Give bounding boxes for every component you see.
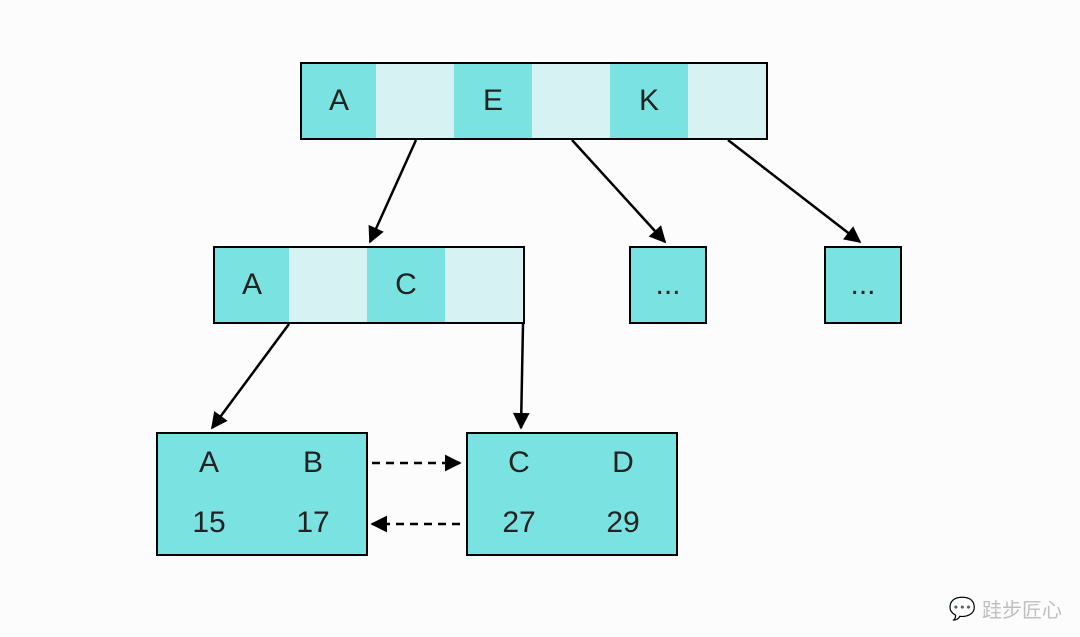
leaf1-key-0: A	[156, 432, 262, 494]
internal-key-0: A	[213, 246, 291, 324]
root-key-0: A	[300, 62, 378, 140]
internal-key-1: C	[367, 246, 447, 324]
leaf2-key-0: C	[466, 432, 572, 494]
edge-internal-to-leaf1	[212, 324, 289, 428]
leaf2-key-1: D	[570, 432, 678, 494]
edge-internal-to-leaf2	[521, 324, 523, 428]
watermark-text: 跬步匠心	[982, 594, 1062, 623]
watermark: 💬 跬步匠心	[949, 594, 1062, 623]
wechat-icon: 💬	[949, 596, 974, 622]
root-pointer-0	[376, 62, 456, 140]
subtree-placeholder-2: ...	[824, 246, 902, 324]
leaf1-value-1: 17	[260, 492, 368, 556]
root-pointer-1	[532, 62, 612, 140]
root-pointer-2	[688, 62, 768, 140]
leaf1-key-1: B	[260, 432, 368, 494]
edge-root-to-stub1	[572, 140, 665, 242]
leaf2-value-1: 29	[570, 492, 678, 556]
internal-pointer-1	[445, 246, 525, 324]
root-key-2: K	[610, 62, 690, 140]
subtree-placeholder-1: ...	[629, 246, 707, 324]
root-key-1: E	[454, 62, 534, 140]
leaf1-value-0: 15	[156, 492, 262, 556]
edge-root-to-stub2	[728, 140, 860, 242]
leaf2-value-0: 27	[466, 492, 572, 556]
edge-root-to-internal	[370, 140, 416, 242]
internal-pointer-0	[289, 246, 369, 324]
